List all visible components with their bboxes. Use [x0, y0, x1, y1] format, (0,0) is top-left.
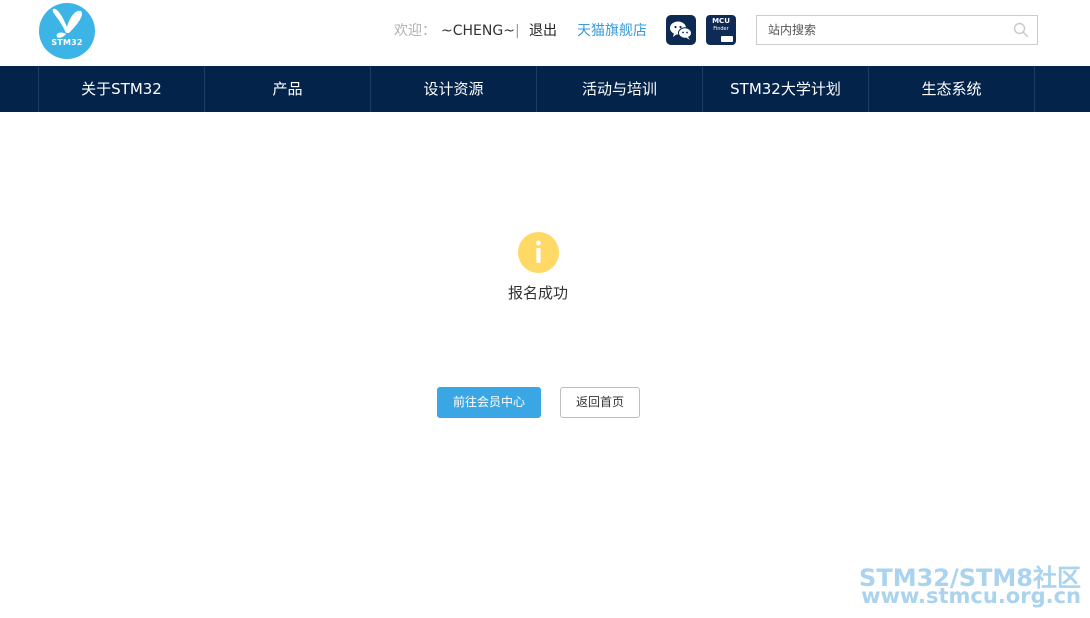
butterfly-logo-icon: [52, 8, 83, 38]
member-center-button[interactable]: 前往会员中心: [437, 387, 541, 418]
mcu-finder-title: MCU: [712, 17, 730, 25]
watermark-url: www.stmcu.org.cn: [861, 584, 1081, 608]
nav-items: 关于STM32 产品 设计资源 活动与培训 STM32大学计划 生态系统: [38, 66, 1039, 112]
tmall-store-link[interactable]: 天猫旗舰店: [577, 21, 647, 41]
search-input[interactable]: [757, 16, 1007, 44]
back-home-button[interactable]: 返回首页: [560, 387, 640, 418]
st-logo-icon: [721, 36, 733, 42]
mcu-finder-button[interactable]: MCU Finder: [706, 15, 736, 45]
separator: |: [515, 23, 520, 39]
info-icon: [518, 232, 559, 273]
nav-item-design-resources[interactable]: 设计资源: [371, 66, 537, 112]
nav-item-ecosystem[interactable]: 生态系统: [869, 66, 1035, 112]
stm32-logo[interactable]: STM32: [39, 3, 95, 59]
main-nav: 关于STM32 产品 设计资源 活动与培训 STM32大学计划 生态系统: [0, 66, 1090, 112]
username[interactable]: ~CHENG~: [441, 21, 515, 41]
wechat-icon: [670, 21, 692, 40]
logout-link[interactable]: 退出: [529, 21, 557, 41]
welcome-label: 欢迎：: [394, 23, 436, 39]
nav-item-about-stm32[interactable]: 关于STM32: [39, 66, 205, 112]
site-header: STM32 欢迎： ~CHENG~ | 退出 天猫旗舰店 MCU Finder: [0, 0, 1090, 66]
search-icon[interactable]: [1013, 22, 1029, 38]
logo-text: STM32: [51, 38, 83, 47]
success-message: 报名成功: [507, 284, 568, 302]
wechat-button[interactable]: [666, 15, 696, 45]
nav-item-university-program[interactable]: STM32大学计划: [703, 66, 869, 112]
mcu-finder-subtitle: Finder: [713, 26, 729, 32]
search-box: [756, 15, 1038, 45]
nav-item-events-training[interactable]: 活动与培训: [537, 66, 703, 112]
nav-item-products[interactable]: 产品: [205, 66, 371, 112]
